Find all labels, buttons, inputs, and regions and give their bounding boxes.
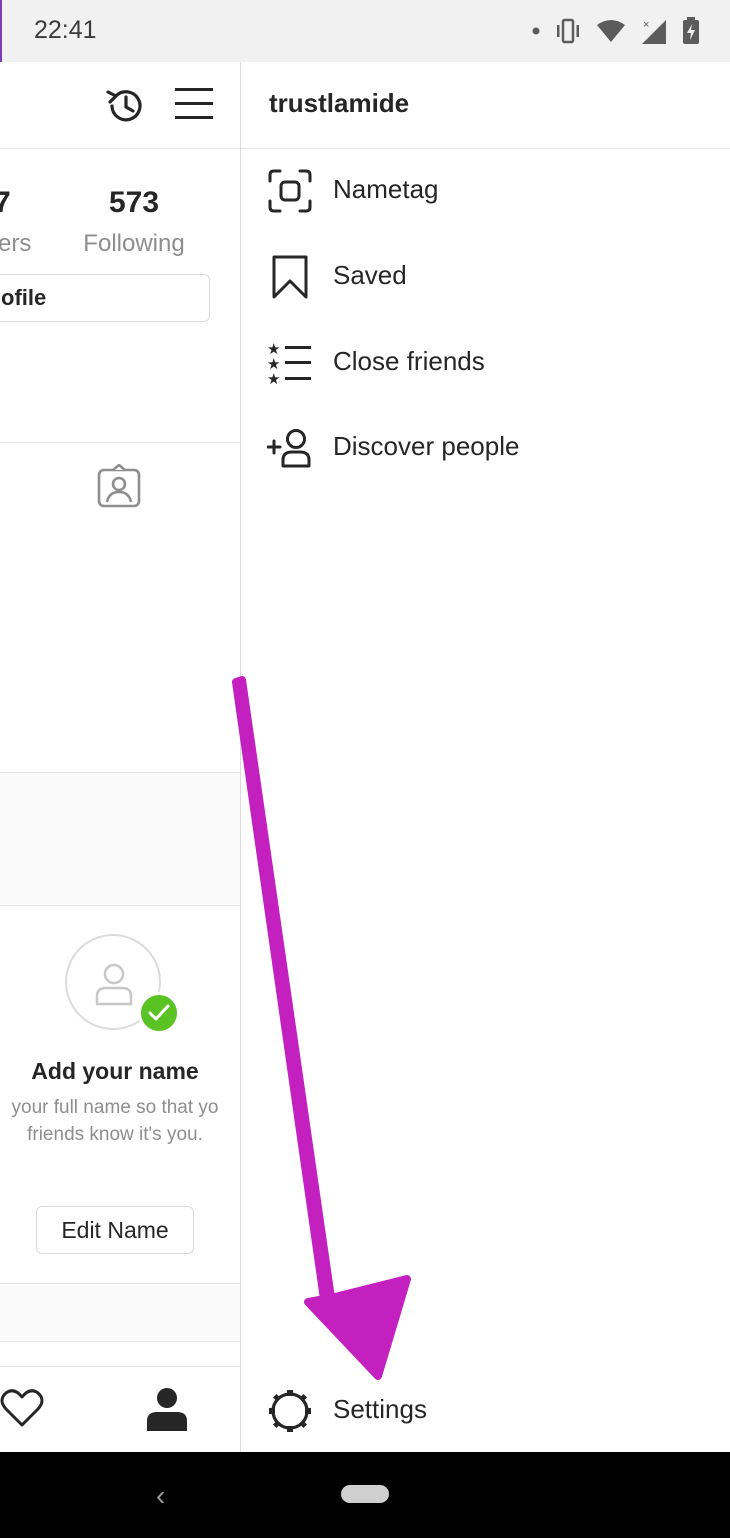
activity-history-icon[interactable] (104, 84, 148, 128)
menu-icon[interactable] (175, 86, 213, 122)
profile-gray-band (0, 772, 240, 906)
person-outline-icon (95, 963, 133, 1006)
system-nav-bar: ‹ (0, 1452, 730, 1538)
nametag-icon (267, 168, 313, 214)
back-icon[interactable]: ‹ (156, 1480, 165, 1512)
bottom-nav (0, 1366, 240, 1452)
profile-tab-icon[interactable] (145, 1387, 189, 1431)
following-label: Following (83, 230, 185, 257)
menu-item-label: Close friends (333, 346, 485, 376)
heart-icon[interactable] (0, 1389, 44, 1429)
profile-gray-band-2 (0, 1283, 240, 1342)
divider (0, 442, 240, 443)
signal-icon: × (642, 19, 666, 44)
status-icons: × (532, 14, 700, 48)
edit-profile-label: ofile (1, 285, 47, 310)
home-pill-button[interactable] (341, 1485, 389, 1503)
menu-item-settings[interactable]: Settings (241, 1374, 730, 1446)
status-bar: 22:41 × (0, 0, 730, 62)
menu-item-label: Nametag (333, 174, 439, 204)
battery-charging-icon (683, 17, 699, 44)
edit-name-label: Edit Name (61, 1217, 169, 1243)
followers-count[interactable]: 7 (0, 186, 11, 220)
menu-item-saved[interactable]: Saved (241, 240, 730, 312)
menu-item-nametag[interactable]: Nametag (241, 154, 730, 226)
menu-item-close-friends[interactable]: ★ ★ ★ Close friends (241, 326, 730, 398)
app-screen: 22:41 × 7 ers 573 Following ofile Add yo… (0, 0, 730, 1538)
svg-text:×: × (643, 19, 649, 31)
followers-label: ers (0, 230, 32, 257)
side-drawer: trustlamide Nametag Saved ★ ★ ★ Close fr… (240, 62, 730, 1452)
add-person-icon (267, 425, 313, 471)
suggestion-description: your full name so that yo friends know i… (11, 1097, 219, 1145)
edit-profile-button[interactable]: ofile (0, 274, 210, 322)
gear-icon (267, 1388, 313, 1434)
svg-text:★: ★ (267, 370, 280, 385)
status-time: 22:41 (34, 16, 97, 44)
notification-dot-icon (532, 27, 540, 35)
tagged-posts-icon[interactable] (97, 464, 141, 508)
profile-header (0, 62, 240, 149)
checkmark-icon (148, 1004, 170, 1021)
drawer-username: trustlamide (269, 88, 410, 118)
close-friends-icon: ★ ★ ★ (267, 340, 313, 386)
menu-item-discover-people[interactable]: Discover people (241, 411, 730, 483)
settings-label: Settings (333, 1394, 427, 1424)
following-count[interactable]: 573 (109, 186, 159, 220)
edit-name-button[interactable]: Edit Name (36, 1206, 194, 1254)
menu-item-label: Saved (333, 260, 407, 290)
suggestion-title: Add your name (31, 1058, 199, 1084)
wifi-icon (597, 20, 625, 42)
vibrate-icon (557, 18, 579, 44)
drawer-header: trustlamide (241, 62, 730, 149)
bookmark-icon (267, 254, 313, 300)
menu-item-label: Discover people (333, 431, 520, 461)
profile-page: 7 ers 573 Following ofile Add your name … (0, 62, 240, 1452)
check-badge (138, 992, 180, 1034)
